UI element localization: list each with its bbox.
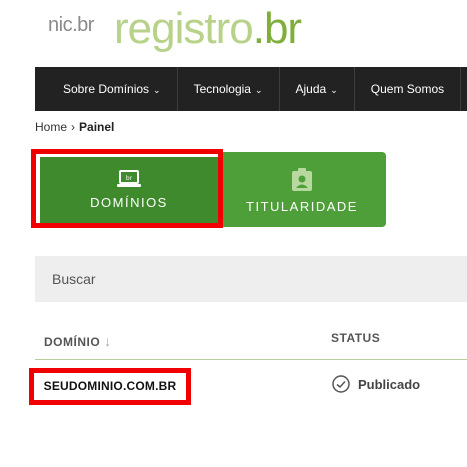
br-word: .br	[252, 4, 302, 53]
arrow-down-icon: ↓	[104, 333, 112, 349]
registro-logo-text: registro.br	[114, 4, 302, 54]
registro-word: registro	[114, 4, 254, 53]
svg-text:br: br	[126, 175, 133, 182]
breadcrumb-separator: ›	[71, 120, 76, 134]
nav-item-ajuda[interactable]: Ajuda ⌄	[280, 67, 355, 111]
main-navigation: Sobre Domínios ⌄ Tecnologia ⌄ Ajuda ⌄ Quem …	[35, 67, 467, 111]
laptop-icon: br	[117, 170, 141, 187]
breadcrumb: Home › Painel	[35, 120, 114, 134]
column-header-label: DOMÍNIO	[44, 335, 101, 349]
nav-item-tecnologia[interactable]: Tecnologia ⌄	[178, 67, 280, 111]
status-text: Publicado	[358, 376, 421, 392]
nav-item-sobre-dominios[interactable]: Sobre Domínios ⌄	[35, 67, 178, 111]
chevron-down-icon: ⌄	[254, 85, 263, 95]
chevron-down-icon: ⌄	[330, 85, 338, 95]
status-cell: Publicado	[332, 375, 420, 393]
column-header-domain[interactable]: DOMÍNIO ↓	[44, 333, 112, 349]
check-circle-icon	[332, 375, 350, 393]
domain-link[interactable]: SEUDOMINIO.COM.BR	[29, 368, 191, 405]
breadcrumb-home-link[interactable]: Home	[35, 120, 67, 134]
tab-label: TITULARIDADE	[246, 199, 358, 214]
nav-item-contato[interactable]: C	[461, 67, 467, 111]
search-input[interactable]	[35, 256, 467, 302]
nav-item-label: Sobre Domínios	[63, 82, 150, 96]
nav-item-label: Ajuda	[295, 82, 327, 96]
column-header-status: STATUS	[331, 331, 381, 345]
nav-item-label: Tecnologia	[193, 82, 251, 96]
table-header-divider	[35, 359, 467, 360]
nic-logo-text: nic.br	[48, 14, 94, 36]
tab-titularidade[interactable]: TITULARIDADE	[218, 152, 386, 227]
chevron-down-icon: ⌄	[153, 85, 161, 95]
nav-item-label: Quem Somos	[370, 82, 445, 96]
nav-item-quem-somos[interactable]: Quem Somos	[355, 67, 462, 111]
tab-label: DOMÍNIOS	[90, 195, 168, 210]
clipboard-user-icon	[292, 168, 312, 191]
breadcrumb-current: Painel	[79, 120, 115, 134]
tab-dominios[interactable]: br DOMÍNIOS	[40, 157, 218, 223]
